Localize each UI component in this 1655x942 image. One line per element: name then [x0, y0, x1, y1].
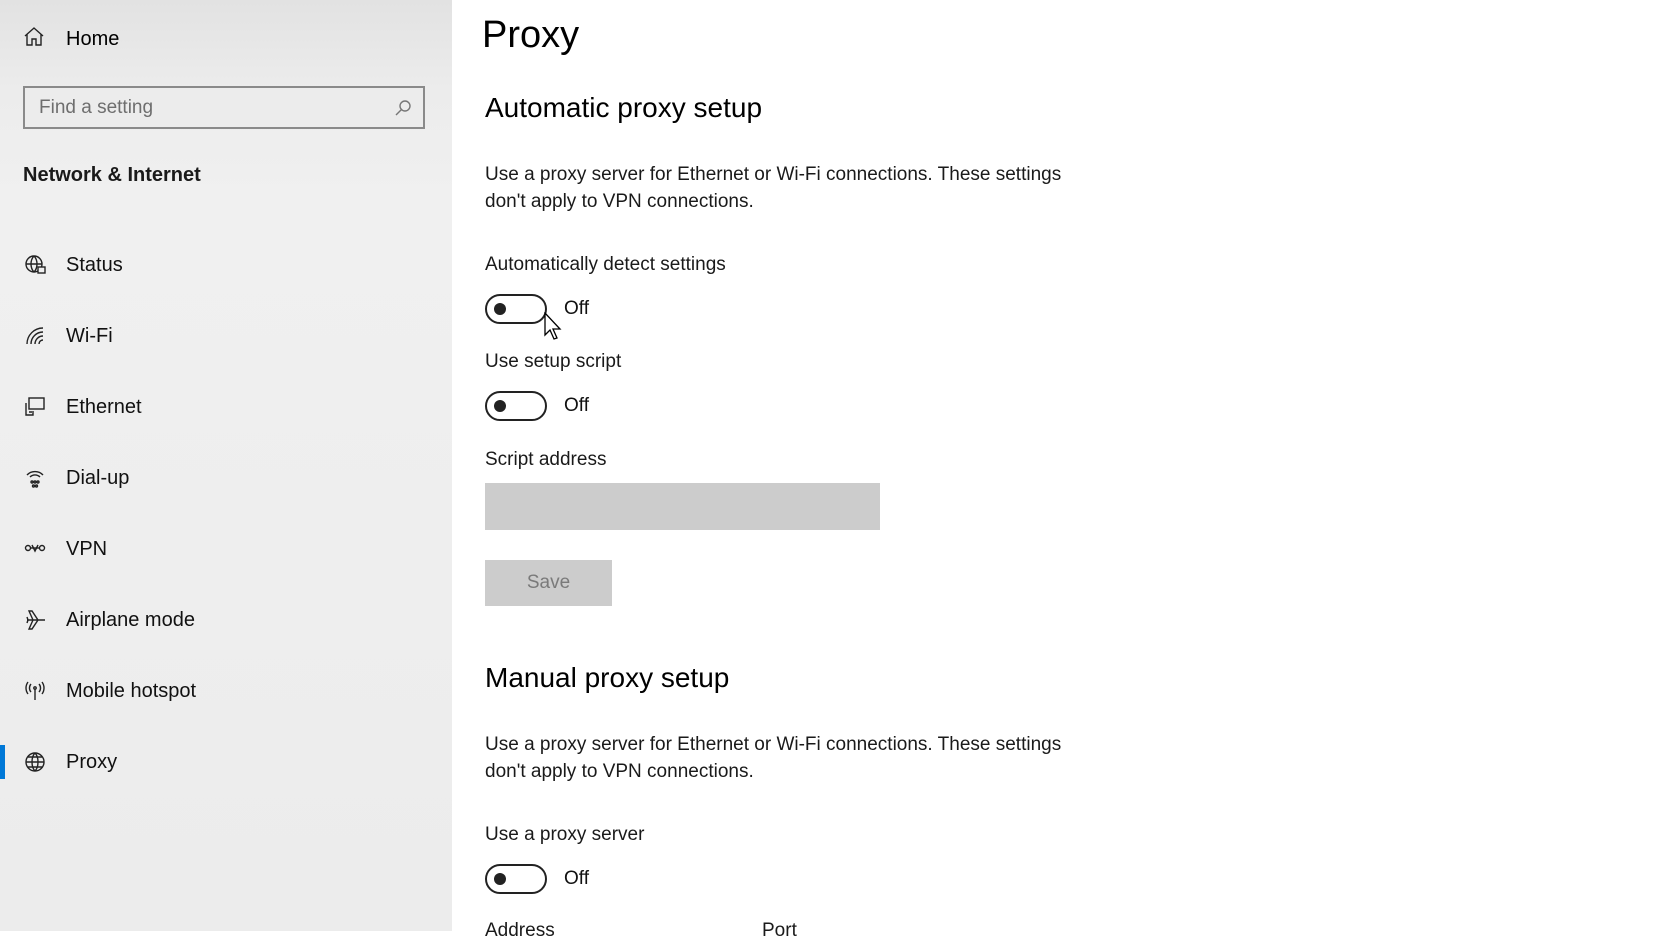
auto-proxy-description: Use a proxy server for Ethernet or Wi-Fi… — [485, 164, 1062, 212]
airplane-icon — [21, 608, 49, 632]
wifi-icon — [21, 324, 49, 348]
search-box[interactable] — [23, 86, 425, 129]
sidebar-item-status[interactable]: Status — [0, 243, 452, 287]
globe-icon — [21, 750, 49, 774]
auto-detect-row: Off — [485, 294, 589, 324]
auto-detect-label: Automatically detect settings — [485, 254, 726, 275]
sidebar-item-mobile-hotspot[interactable]: Mobile hotspot — [0, 669, 452, 713]
toggle-knob — [494, 873, 506, 885]
toggle-knob — [494, 400, 506, 412]
home-nav[interactable]: Home — [22, 22, 442, 56]
home-label: Home — [66, 27, 120, 50]
toggle-knob — [494, 303, 506, 315]
use-proxy-toggle[interactable] — [485, 864, 547, 894]
dialup-icon — [21, 466, 49, 490]
save-button[interactable]: Save — [485, 560, 612, 606]
sidebar-item-vpn[interactable]: VPN — [0, 527, 452, 571]
setup-script-toggle[interactable] — [485, 391, 547, 421]
script-address-label: Script address — [485, 449, 607, 470]
address-label: Address — [485, 920, 555, 941]
main-content: Proxy Automatic proxy setup Use a proxy … — [452, 0, 1655, 941]
vpn-icon — [21, 537, 49, 561]
use-proxy-row: Off — [485, 864, 589, 894]
manual-proxy-heading: Manual proxy setup — [485, 662, 730, 693]
sidebar-item-dialup[interactable]: Dial-up — [0, 456, 452, 500]
sidebar-item-label: Airplane mode — [66, 608, 195, 631]
sidebar-item-label: Status — [66, 253, 123, 276]
sidebar-item-label: Wi-Fi — [66, 324, 113, 347]
setup-script-row: Off — [485, 391, 589, 421]
mouse-cursor-icon — [544, 311, 564, 347]
globe-status-icon — [21, 253, 49, 277]
sidebar-item-label: Dial-up — [66, 466, 130, 489]
auto-detect-state: Off — [564, 298, 589, 319]
section-title: Network & Internet — [23, 164, 201, 186]
hotspot-icon — [21, 679, 49, 703]
setup-script-state: Off — [564, 395, 589, 416]
search-input[interactable] — [25, 87, 383, 128]
sidebar-item-label: Mobile hotspot — [66, 679, 197, 702]
use-proxy-state: Off — [564, 868, 589, 889]
use-proxy-label: Use a proxy server — [485, 824, 645, 845]
sidebar-item-proxy[interactable]: Proxy — [0, 740, 452, 784]
search-icon[interactable] — [383, 98, 423, 118]
setup-script-label: Use setup script — [485, 351, 622, 372]
sidebar: Home Network & Internet Status Wi-Fi Eth… — [0, 0, 452, 931]
sidebar-item-label: Proxy — [66, 750, 118, 773]
sidebar-item-wifi[interactable]: Wi-Fi — [0, 314, 452, 358]
auto-detect-toggle[interactable] — [485, 294, 547, 324]
auto-proxy-heading: Automatic proxy setup — [485, 92, 763, 123]
home-icon — [22, 25, 46, 54]
sidebar-item-label: VPN — [66, 537, 108, 560]
script-address-input[interactable] — [485, 483, 880, 530]
page-title: Proxy — [482, 14, 580, 56]
ethernet-icon — [21, 395, 49, 419]
sidebar-item-airplane-mode[interactable]: Airplane mode — [0, 598, 452, 642]
sidebar-item-ethernet[interactable]: Ethernet — [0, 385, 452, 429]
manual-proxy-description: Use a proxy server for Ethernet or Wi-Fi… — [485, 734, 1062, 782]
port-label: Port — [762, 920, 797, 941]
sidebar-item-label: Ethernet — [66, 395, 142, 418]
